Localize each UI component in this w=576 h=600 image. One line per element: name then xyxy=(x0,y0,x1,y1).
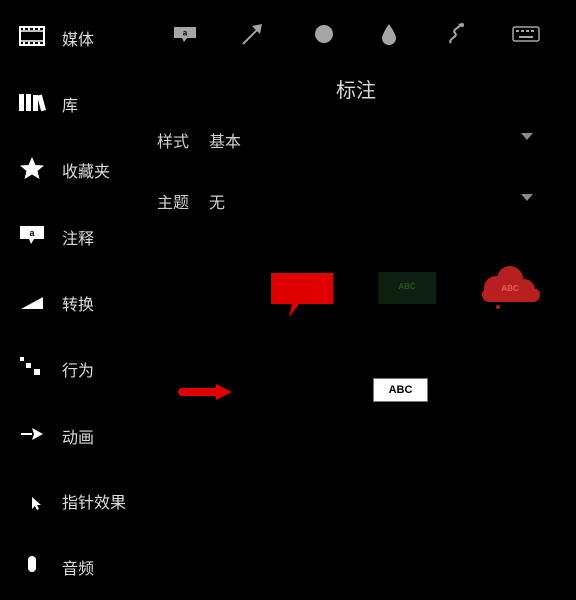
sidebar-item-label: 指针效果 xyxy=(62,493,127,512)
sidebar-item-cursor-effects[interactable]: 指针效果 xyxy=(0,479,140,519)
library-books-icon xyxy=(18,90,46,114)
callout-preset-red-arrow[interactable] xyxy=(176,381,234,403)
chevron-down-icon xyxy=(521,194,533,201)
speech-bubble-icon xyxy=(271,273,333,317)
callout-preset-text: ABC xyxy=(501,284,519,293)
transition-icon xyxy=(18,289,46,313)
sidebar-item-library[interactable]: 库 xyxy=(0,82,140,122)
callout-preset-text: ABC xyxy=(398,282,416,291)
shape-tool-icon[interactable] xyxy=(307,18,341,50)
style-dropdown[interactable]: 样式 基本 xyxy=(157,124,539,152)
behavior-dots-icon xyxy=(18,355,46,379)
callout-preset-text[interactable] xyxy=(180,275,230,305)
sidebar-item-label: 收藏夹 xyxy=(62,162,111,181)
theme-dropdown-label: 主题 xyxy=(157,193,190,212)
sketch-tool-icon[interactable] xyxy=(440,18,474,50)
theme-dropdown[interactable]: 主题 无 xyxy=(157,185,539,213)
sidebar-item-animations[interactable]: 动画 xyxy=(0,414,140,454)
sidebar-item-annotations[interactable]: a 注释 xyxy=(0,215,140,255)
sidebar-item-transitions[interactable]: 转换 xyxy=(0,281,140,321)
arrow-tool-icon[interactable] xyxy=(235,18,269,50)
sidebar-item-favorites[interactable]: 收藏夹 xyxy=(0,148,140,188)
film-strip-icon xyxy=(18,24,46,48)
callout-icon: a xyxy=(18,223,46,247)
callout-preset-cloud[interactable]: ABC xyxy=(478,264,542,312)
sidebar-item-label: 库 xyxy=(62,96,79,115)
sidebar-item-label: 行为 xyxy=(62,361,95,380)
style-dropdown-value: 基本 xyxy=(209,132,242,151)
red-arrow-icon xyxy=(178,384,232,400)
callout-tool-icon[interactable]: a xyxy=(168,18,202,50)
style-dropdown-label: 样式 xyxy=(157,132,190,151)
sidebar-item-behaviors[interactable]: 行为 xyxy=(0,347,140,387)
callout-preset-white-box[interactable]: ABC xyxy=(373,378,428,402)
star-icon xyxy=(18,156,46,180)
sidebar-item-label: 注释 xyxy=(62,229,95,248)
sidebar: 媒体 库 收藏夹 a 注释 转换 行为 动画 指针效果 音频 xyxy=(0,0,140,600)
animation-arrow-icon xyxy=(18,422,46,446)
sidebar-item-audio[interactable]: 音频 xyxy=(0,545,140,585)
blur-tool-icon[interactable] xyxy=(372,18,406,50)
callout-preset-red-speech[interactable] xyxy=(270,272,334,318)
theme-dropdown-value: 无 xyxy=(209,193,226,212)
callout-preset-green-box[interactable]: ABC xyxy=(378,272,436,304)
chevron-down-icon xyxy=(521,133,533,140)
sidebar-item-label: 转换 xyxy=(62,295,95,314)
annotation-type-toolbar: a xyxy=(165,18,555,50)
panel-title: 标注 xyxy=(336,78,376,102)
sidebar-item-media[interactable]: 媒体 xyxy=(0,16,140,56)
svg-text:a: a xyxy=(183,29,188,38)
sidebar-item-label: 音频 xyxy=(62,559,95,578)
sidebar-item-label: 媒体 xyxy=(62,30,95,49)
audio-icon xyxy=(18,553,46,577)
cursor-icon xyxy=(18,487,46,511)
keyboard-tool-icon[interactable] xyxy=(509,18,543,50)
sidebar-item-label: 动画 xyxy=(62,428,95,447)
